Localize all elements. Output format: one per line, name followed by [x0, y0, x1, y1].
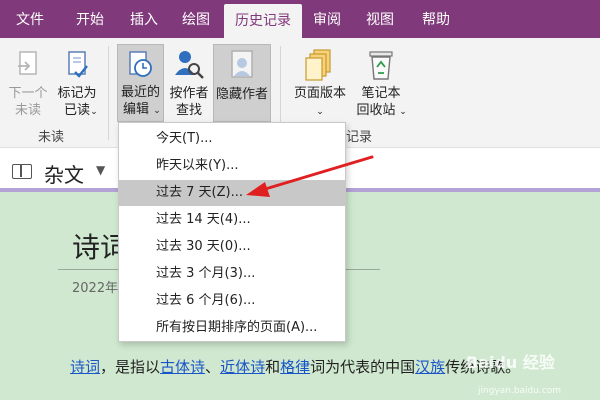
tab-help[interactable]: 帮助 [410, 0, 462, 38]
ribbon-separator [108, 46, 109, 140]
find-author-icon [175, 51, 204, 79]
recent-edits-menu: 今天(T)... 昨天以来(Y)... 过去 7 天(Z)... 过去 14 天… [118, 122, 346, 342]
watermark-url: jingyan.baidu.com [478, 386, 562, 396]
next-unread-button[interactable]: 下一个 未读 [6, 46, 50, 122]
recent-edits-icon [129, 51, 152, 77]
page-versions-button[interactable]: 页面版本 ⌄ [288, 46, 352, 122]
hide-authors-icon [231, 50, 253, 78]
group-label-history: 记录 [346, 130, 373, 145]
notebook-recycle-bin-button[interactable]: 笔记本 回收站 ⌄ [354, 46, 408, 122]
tab-file[interactable]: 文件 [0, 0, 60, 38]
recent-edits-button[interactable]: 最近的 编辑 ⌄ [117, 44, 164, 122]
page-date: 2022年 [72, 281, 119, 296]
link-gelv[interactable]: 格律 [280, 358, 310, 376]
tab-review[interactable]: 审阅 [302, 0, 352, 38]
menu-item-last-30-days[interactable]: 过去 30 天(0)... [119, 234, 345, 260]
tab-view[interactable]: 视图 [352, 0, 408, 38]
section-name[interactable]: 杂文 [44, 159, 84, 188]
watermark-logo: Baidu 经验 [466, 353, 555, 372]
mark-as-read-button[interactable]: 标记为 已读 ⌄ [52, 46, 102, 122]
find-by-author-button[interactable]: 按作者 查找 [166, 46, 212, 122]
chevron-down-icon: ⌄ [90, 107, 98, 117]
link-hanzu[interactable]: 汉族 [415, 358, 445, 376]
link-jintishi[interactable]: 近体诗 [220, 358, 265, 376]
page-versions-icon [305, 49, 331, 81]
tab-history[interactable]: 历史记录 [224, 4, 302, 38]
tab-insert[interactable]: 插入 [118, 0, 170, 38]
menu-item-since-yesterday[interactable]: 昨天以来(Y)... [119, 153, 345, 179]
menu-item-last-7-days[interactable]: 过去 7 天(Z)... [119, 180, 345, 206]
link-gutishi[interactable]: 古体诗 [160, 358, 205, 376]
chevron-down-icon: ⌄ [153, 106, 161, 116]
notebook-icon [12, 164, 32, 179]
next-unread-icon [18, 51, 37, 75]
note-paragraph[interactable]: 诗词，是指以古体诗、近体诗和格律词为代表的中国汉族传统诗歌。 [70, 356, 520, 377]
recycle-bin-icon [369, 51, 393, 80]
menu-item-today[interactable]: 今天(T)... [119, 126, 345, 152]
link-shici[interactable]: 诗词 [70, 358, 100, 376]
chevron-down-icon[interactable]: ▼ [96, 163, 105, 177]
group-label-unread: 未读 [38, 130, 65, 145]
menu-item-last-6-months[interactable]: 过去 6 个月(6)... [119, 288, 345, 314]
tab-home[interactable]: 开始 [62, 0, 118, 38]
menu-item-last-3-months[interactable]: 过去 3 个月(3)... [119, 261, 345, 287]
hide-authors-button[interactable]: 隐藏作者 [213, 44, 271, 122]
ribbon-tab-bar: 文件 开始 插入 绘图 历史记录 审阅 视图 帮助 [0, 0, 600, 38]
chevron-down-icon: ⌄ [399, 107, 407, 117]
tab-draw[interactable]: 绘图 [170, 0, 222, 38]
mark-read-icon [68, 51, 88, 78]
chevron-down-icon: ⌄ [316, 107, 324, 117]
menu-item-all-pages-by-date[interactable]: 所有按日期排序的页面(A)... [119, 315, 345, 341]
menu-item-last-14-days[interactable]: 过去 14 天(4)... [119, 207, 345, 233]
